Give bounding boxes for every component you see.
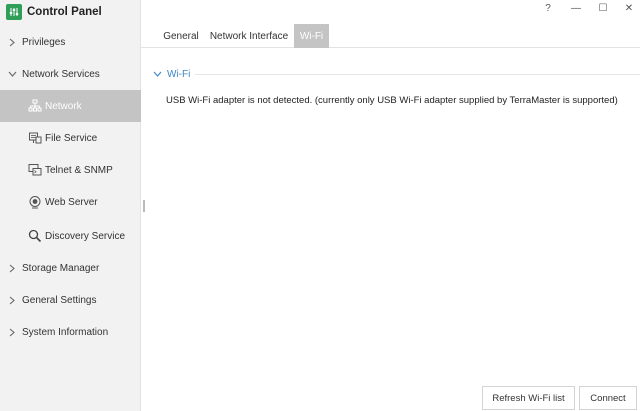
sidebar-item-label: Privileges: [22, 36, 66, 48]
tab-general[interactable]: General: [160, 24, 202, 48]
tab-wifi[interactable]: Wi-Fi: [294, 24, 329, 48]
sidebar-item-label: Storage Manager: [22, 262, 100, 274]
sidebar-resize-handle[interactable]: [143, 200, 145, 212]
sidebar-subitem-file-service[interactable]: File Service: [0, 122, 141, 154]
section-divider: [195, 74, 640, 75]
wifi-status-message: USB Wi-Fi adapter is not detected. (curr…: [166, 95, 618, 106]
sidebar-subitem-telnet-snmp[interactable]: Telnet & SNMP: [0, 154, 141, 186]
sidebar: Control Panel Privileges Network Service…: [0, 0, 141, 411]
connect-button[interactable]: Connect: [579, 386, 637, 410]
help-button[interactable]: ?: [538, 0, 558, 16]
app-title: Control Panel: [27, 6, 102, 18]
chevron-right-icon: [7, 264, 17, 273]
sidebar-item-privileges[interactable]: Privileges: [0, 26, 141, 58]
sidebar-item-storage-manager[interactable]: Storage Manager: [0, 252, 141, 284]
chevron-down-icon: [7, 71, 17, 77]
refresh-wifi-list-button[interactable]: Refresh Wi-Fi list: [482, 386, 575, 410]
app-brand: Control Panel: [6, 3, 102, 21]
wifi-section-toggle[interactable]: Wi-Fi: [153, 67, 190, 81]
chevron-right-icon: [7, 328, 17, 337]
file-service-icon: [28, 131, 42, 145]
minimize-button[interactable]: —: [566, 0, 586, 16]
network-icon: [28, 99, 42, 113]
sidebar-item-label: General Settings: [22, 294, 97, 306]
sidebar-subitem-network[interactable]: Network: [0, 90, 141, 122]
tab-bar: General Network Interface Wi-Fi: [141, 24, 640, 48]
sidebar-subitem-discovery-service[interactable]: Discovery Service: [0, 220, 141, 252]
tab-network-interface[interactable]: Network Interface: [208, 24, 290, 48]
sidebar-subitem-label: File Service: [45, 132, 98, 144]
control-panel-icon: [6, 4, 22, 20]
sidebar-item-general-settings[interactable]: General Settings: [0, 284, 141, 316]
chevron-down-icon: [153, 71, 162, 77]
chevron-right-icon: [7, 296, 17, 305]
sidebar-subitem-label: Web Server: [45, 196, 98, 208]
sidebar-item-label: System Information: [22, 326, 109, 338]
chevron-right-icon: [7, 38, 17, 47]
sidebar-subitem-web-server[interactable]: Web Server: [0, 186, 141, 218]
maximize-button[interactable]: ☐: [593, 0, 613, 16]
sidebar-subitem-label: Discovery Service: [45, 230, 126, 242]
sidebar-item-network-services[interactable]: Network Services: [0, 58, 141, 90]
telnet-icon: [28, 163, 42, 177]
sidebar-item-label: Network Services: [22, 68, 100, 80]
sidebar-item-system-information[interactable]: System Information: [0, 316, 141, 348]
section-title: Wi-Fi: [167, 68, 191, 80]
close-button[interactable]: ✕: [619, 0, 639, 16]
sidebar-subitem-label: Network: [45, 100, 82, 112]
search-icon: [28, 229, 42, 243]
sidebar-subitem-label: Telnet & SNMP: [45, 164, 113, 176]
web-server-icon: [28, 195, 42, 209]
